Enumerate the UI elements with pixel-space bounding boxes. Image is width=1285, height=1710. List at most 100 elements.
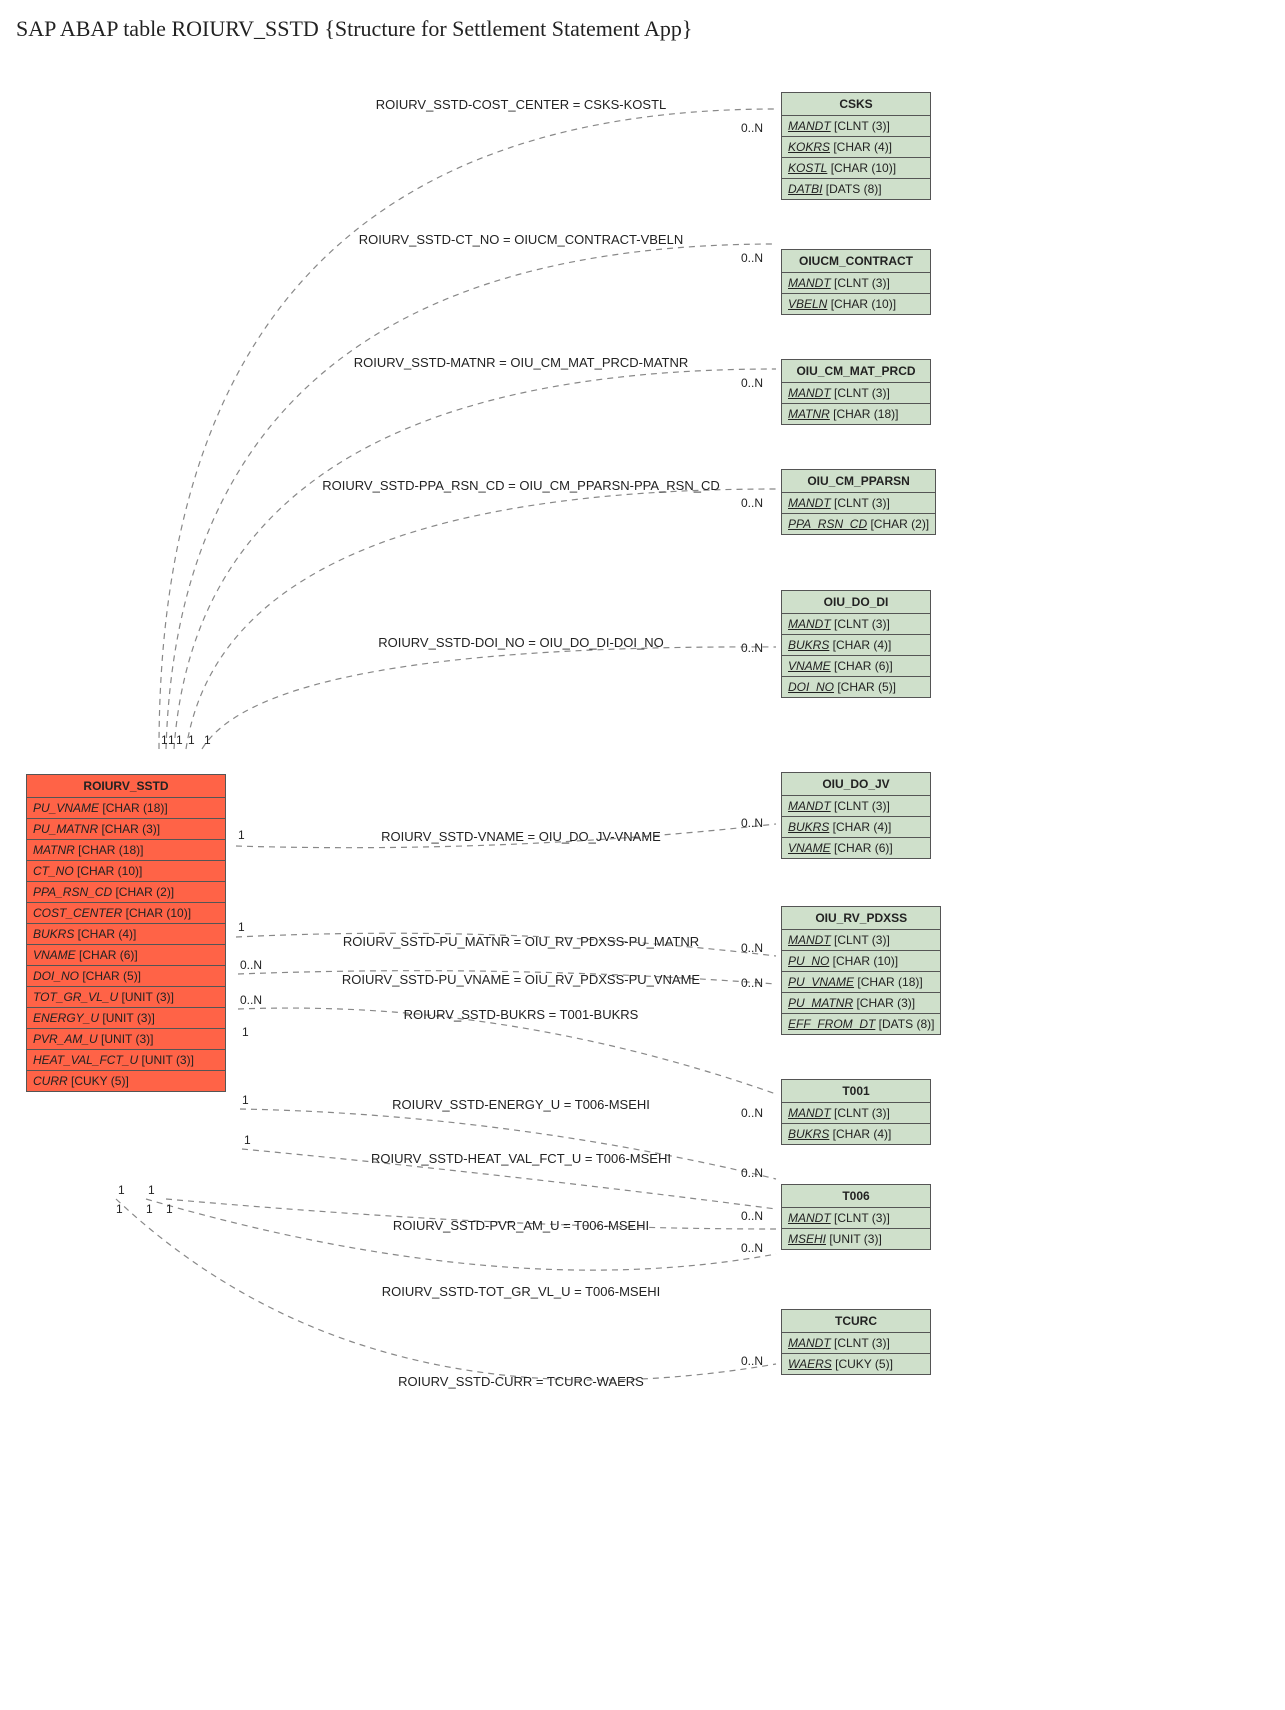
field-name: VNAME [788, 659, 831, 673]
relation-connector [202, 647, 776, 749]
field-name: PU_VNAME [788, 975, 854, 989]
relation-label: ROIURV_SSTD-HEAT_VAL_FCT_U = T006-MSEHI [371, 1151, 671, 1166]
cardinality-dst: 0..N [741, 941, 763, 955]
table-header: CSKS [782, 93, 930, 116]
cardinality-dst: 0..N [741, 376, 763, 390]
field-type: [UNIT (3)] [118, 990, 174, 1004]
table-row: MANDT [CLNT (3)] [782, 930, 940, 951]
field-name: MANDT [788, 799, 831, 813]
table-row: MANDT [CLNT (3)] [782, 614, 930, 635]
cardinality-dst: 0..N [741, 121, 763, 135]
field-type: [CHAR (18)] [854, 975, 923, 989]
relation-label: ROIURV_SSTD-MATNR = OIU_CM_MAT_PRCD-MATN… [354, 355, 689, 370]
relation-label: ROIURV_SSTD-TOT_GR_VL_U = T006-MSEHI [382, 1284, 661, 1299]
cardinality-src: 0..N [240, 993, 262, 1007]
table-row: COST_CENTER [CHAR (10)] [27, 903, 225, 924]
table-row: PPA_RSN_CD [CHAR (2)] [782, 514, 935, 534]
table-row: VNAME [CHAR (6)] [782, 656, 930, 677]
field-type: [CHAR (10)] [74, 864, 143, 878]
table-row: CURR [CUKY (5)] [27, 1071, 225, 1091]
relation-label: ROIURV_SSTD-VNAME = OIU_DO_JV-VNAME [381, 829, 661, 844]
field-type: [CHAR (5)] [834, 680, 896, 694]
table-row: MANDT [CLNT (3)] [782, 383, 930, 404]
relation-connector [159, 109, 776, 749]
field-type: [CHAR (18)] [830, 407, 899, 421]
relation-label: ROIURV_SSTD-CURR = TCURC-WAERS [398, 1374, 644, 1389]
ref-table-csks: CSKSMANDT [CLNT (3)]KOKRS [CHAR (4)]KOST… [781, 92, 931, 200]
field-name: PU_MATNR [788, 996, 853, 1010]
field-type: [CHAR (10)] [827, 297, 896, 311]
relation-label: ROIURV_SSTD-PU_VNAME = OIU_RV_PDXSS-PU_V… [342, 972, 700, 987]
field-name: CURR [33, 1074, 68, 1088]
table-row: PVR_AM_U [UNIT (3)] [27, 1029, 225, 1050]
field-type: [CHAR (6)] [76, 948, 138, 962]
table-row: PU_NO [CHAR (10)] [782, 951, 940, 972]
cardinality-src: 1 [176, 733, 183, 747]
field-name: MANDT [788, 386, 831, 400]
table-header: OIU_RV_PDXSS [782, 907, 940, 930]
field-name: VBELN [788, 297, 827, 311]
table-header: TCURC [782, 1310, 930, 1333]
table-header: OIU_CM_PPARSN [782, 470, 935, 493]
table-row: KOSTL [CHAR (10)] [782, 158, 930, 179]
relation-connector [186, 489, 776, 749]
table-row: EFF_FROM_DT [DATS (8)] [782, 1014, 940, 1034]
field-type: [UNIT (3)] [138, 1053, 194, 1067]
table-header: T006 [782, 1185, 930, 1208]
field-type: [CHAR (6)] [831, 659, 893, 673]
table-row: BUKRS [CHAR (4)] [27, 924, 225, 945]
cardinality-src: 1 [168, 733, 175, 747]
field-name: WAERS [788, 1357, 832, 1371]
diagram-canvas: ROIURV_SSTDPU_VNAME [CHAR (18)]PU_MATNR … [16, 54, 1269, 1694]
field-name: CT_NO [33, 864, 74, 878]
field-name: HEAT_VAL_FCT_U [33, 1053, 138, 1067]
field-name: MATNR [33, 843, 75, 857]
field-name: DOI_NO [788, 680, 834, 694]
cardinality-src: 1 [204, 733, 211, 747]
field-name: PPA_RSN_CD [33, 885, 112, 899]
ref-table-t001: T001 MANDT [CLNT (3)] BUKRS [CHAR (4)] [781, 1079, 931, 1145]
ref-table-oiu_do_di: OIU_DO_DIMANDT [CLNT (3)]BUKRS [CHAR (4)… [781, 590, 931, 698]
field-name: MANDT [788, 1106, 831, 1120]
table-row: WAERS [CUKY (5)] [782, 1354, 930, 1374]
field-type: [CHAR (10)] [122, 906, 191, 920]
relation-label: ROIURV_SSTD-CT_NO = OIUCM_CONTRACT-VBELN [359, 232, 683, 247]
cardinality-src: 0..N [240, 958, 262, 972]
field-name: MANDT [788, 1336, 831, 1350]
table-row: BUKRS [CHAR (4)] [782, 817, 930, 838]
field-type: [CHAR (2)] [867, 517, 929, 531]
relation-label: ROIURV_SSTD-BUKRS = T001-BUKRS [404, 1007, 639, 1022]
table-row: PPA_RSN_CD [CHAR (2)] [27, 882, 225, 903]
field-name: KOSTL [788, 161, 827, 175]
table-row: DOI_NO [CHAR (5)] [27, 966, 225, 987]
table-row: MSEHI [UNIT (3)] [782, 1229, 930, 1249]
field-name: KOKRS [788, 140, 830, 154]
field-type: [CHAR (18)] [75, 843, 144, 857]
cardinality-dst: 0..N [741, 1209, 763, 1223]
cardinality-src: 1 [146, 1202, 153, 1216]
field-name: DOI_NO [33, 969, 79, 983]
field-name: VNAME [33, 948, 76, 962]
cardinality-dst: 0..N [741, 1241, 763, 1255]
field-type: [CLNT (3)] [831, 119, 890, 133]
ref-table-oiu_cm_mat_prcd: OIU_CM_MAT_PRCDMANDT [CLNT (3)]MATNR [CH… [781, 359, 931, 425]
ref-table-oiu_do_jv: OIU_DO_JVMANDT [CLNT (3)]BUKRS [CHAR (4)… [781, 772, 931, 859]
field-type: [CHAR (4)] [829, 638, 891, 652]
field-type: [CLNT (3)] [831, 1211, 890, 1225]
table-header: T001 [782, 1080, 930, 1103]
field-name: MANDT [788, 496, 831, 510]
field-type: [CLNT (3)] [831, 496, 890, 510]
field-type: [UNIT (3)] [826, 1232, 882, 1246]
relation-connector [146, 1199, 776, 1270]
table-row: BUKRS [CHAR (4)] [782, 1124, 930, 1144]
field-type: [CLNT (3)] [831, 1106, 890, 1120]
table-row: MANDT [CLNT (3)] [782, 493, 935, 514]
page-title: SAP ABAP table ROIURV_SSTD {Structure fo… [16, 16, 1269, 42]
table-row: MATNR [CHAR (18)] [782, 404, 930, 424]
field-name: PVR_AM_U [33, 1032, 98, 1046]
field-type: [CLNT (3)] [831, 799, 890, 813]
cardinality-dst: 0..N [741, 251, 763, 265]
field-type: [CHAR (4)] [829, 820, 891, 834]
field-type: [CLNT (3)] [831, 1336, 890, 1350]
field-type: [CHAR (6)] [831, 841, 893, 855]
